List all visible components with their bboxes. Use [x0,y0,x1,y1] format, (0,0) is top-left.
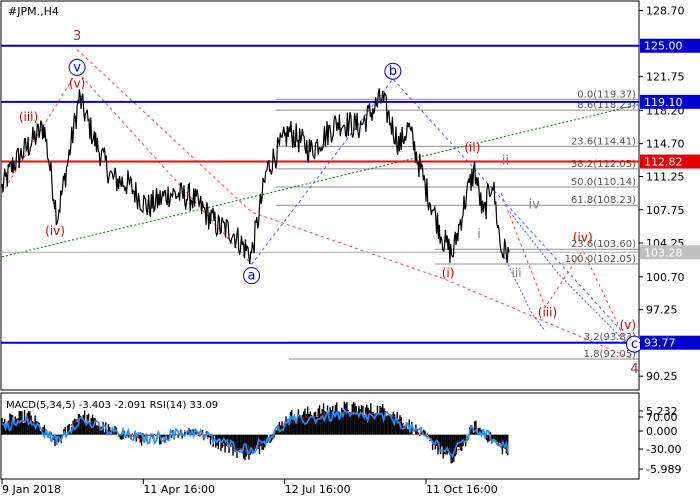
wave-label: iii [512,266,522,280]
x-tick-label: 11 Apr 16:00 [143,483,215,496]
indicator-y-tick-label: 70.00 [646,411,678,424]
wave-label: (v) [69,77,85,91]
level-tag: 112.82 [644,156,683,169]
wave-label: c [631,337,638,352]
y-tick-label: 114.70 [646,138,685,151]
x-tick-label: 12 Jul 16:00 [285,483,351,496]
wave-label: 3 [73,29,81,44]
y-tick-label: 100.70 [646,271,685,284]
x-tick-label: 9 Jan 2018 [2,483,61,496]
level-tag: 125.00 [644,40,683,53]
indicator-y-tick-label: -30.00 [646,443,681,456]
y-tick-label: 121.75 [646,71,685,84]
chart-svg: #JPM.,H4 MACD(5,34,5) -3.403 -2.091 RSI(… [0,0,700,500]
fib-label: 0.0(119.37) [577,89,636,100]
indicator-y-tick-label: -5.989 [646,463,681,476]
fib-label: 1.8(92.05) [584,349,636,360]
chart-title: #JPM.,H4 [8,5,59,18]
wave-label: (iii) [19,110,38,124]
fib-label: 50.0(110.14) [571,177,636,188]
wave-label: iv [529,197,541,212]
wave-label: (ii) [464,140,480,154]
wave-label: (v) [620,318,636,332]
level-tag: 103.28 [644,246,683,259]
wave-label: (iii) [538,306,557,320]
level-tag: 119.10 [644,96,683,109]
y-tick-label: 111.25 [646,170,685,183]
y-tick-label: 97.25 [646,304,678,317]
level-tag: 93.77 [644,337,676,350]
fib-label: 100.0(102.05) [565,254,637,265]
wave-label: (iv) [45,224,65,238]
x-tick-label: 11 Oct 16:00 [426,483,498,496]
wave-label: (iv) [573,231,593,245]
y-tick-label: 107.75 [646,204,685,217]
indicator-y-tick-label: 0.000 [646,425,678,438]
fib-label: 23.6(114.41) [571,136,636,147]
chart-root: #JPM.,H4 MACD(5,34,5) -3.403 -2.091 RSI(… [0,0,700,500]
indicator-title: MACD(5,34,5) -3.403 -2.091 RSI(14) 33.09 [6,400,218,411]
wave-label: b [389,64,397,79]
y-tick-label: 90.25 [646,370,678,383]
wave-label: 4 [630,362,638,377]
wave-label: i [477,227,481,242]
wave-label: (i) [442,266,455,280]
wave-label: a [248,269,256,284]
fib-label: 61.8(108.23) [571,195,636,206]
wave-label: ii [502,154,509,169]
fib-label: 38.2(112.05) [571,159,636,170]
wave-label: v [73,60,81,75]
y-tick-label: 128.70 [646,5,685,18]
